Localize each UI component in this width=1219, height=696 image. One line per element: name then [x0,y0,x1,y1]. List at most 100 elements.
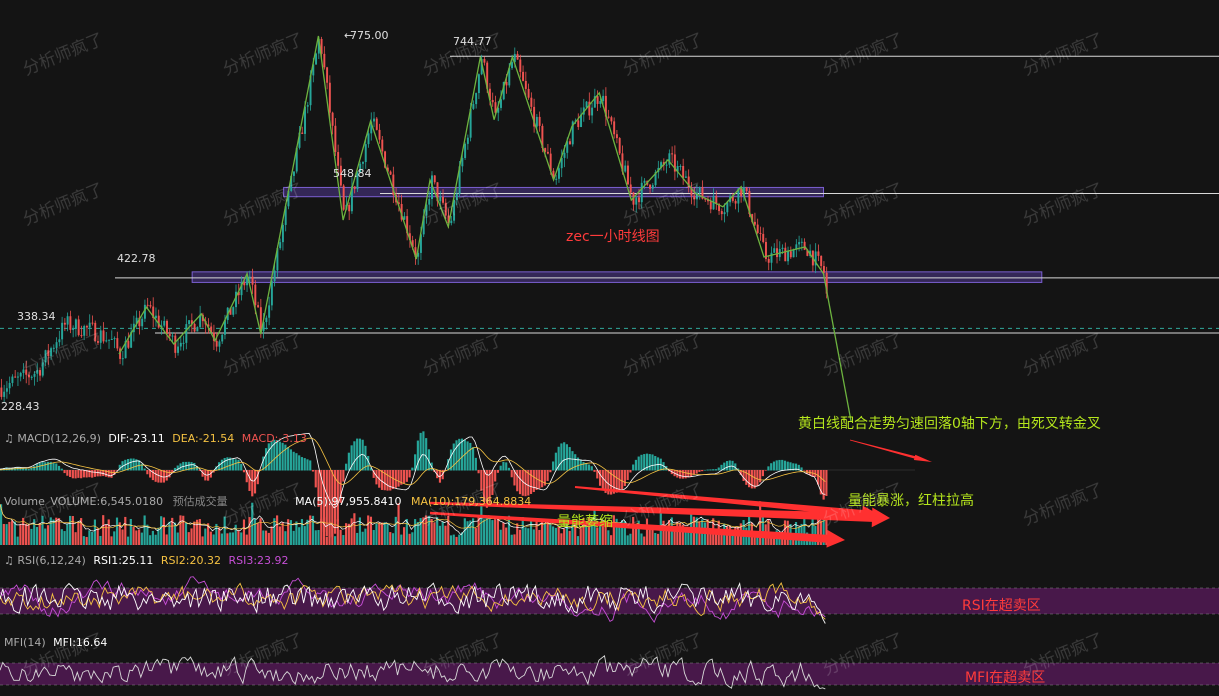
volume-bar [102,515,105,545]
macd-bar [405,470,408,482]
candle-body [519,59,522,72]
volume-bar [215,523,218,545]
candle-body [375,118,378,130]
volume-bar [436,517,439,545]
macd-bar [386,470,389,491]
candle-body [378,129,381,140]
volume-bar [579,528,582,545]
volume-bar [502,522,505,545]
candle-body [638,197,640,203]
volume-bar [71,516,74,545]
rsi1: RSI1:25.11 [93,554,154,567]
candle-body [472,104,475,109]
candle-body [102,330,105,342]
candle-body [168,333,171,337]
volume-bar [496,518,500,545]
macd-bar [593,470,596,472]
candle-body [803,241,806,250]
volume-bar [430,518,433,545]
volume-bar [408,533,411,545]
candle-body [602,95,605,102]
candle-body [607,116,610,118]
macd-bar [168,470,171,478]
volume-bar [322,517,326,545]
macd-bar [582,461,585,471]
macd-bar [634,459,638,471]
candle-body [353,186,356,190]
volume-bar [455,536,458,545]
candle-body [221,334,224,342]
volume-bar [524,527,527,545]
volume-bar [654,532,657,545]
candle-body [265,317,268,323]
candle-body [80,335,83,337]
volume-bar [66,523,69,545]
macd-bar [356,438,359,471]
macd-bar [69,470,72,478]
candle-body [734,200,737,204]
candle-body [146,304,149,306]
candle-body [28,374,30,378]
candle-body [348,204,351,212]
macd-bar [422,431,425,471]
volume-bar [38,522,41,545]
volume-bar [121,529,124,545]
rsi-header: ♫ RSI(6,12,24) RSI1:25.11 RSI2:20.32 RSI… [4,554,289,567]
candle-body [108,339,111,341]
macd-bar [549,470,552,473]
volume-bar [356,532,359,545]
candle-body [243,282,246,286]
annotation-mfi: MFI在超卖区 [965,670,1045,686]
macd-bar [684,470,687,479]
candle-body [635,197,638,205]
candle-body [19,372,22,377]
macd-bar [311,470,315,472]
candle-body [792,249,795,258]
annotation-volume-shrink: 量能萎缩 [557,514,613,530]
macd-bar [623,470,626,487]
volume-bar [425,515,428,545]
volume-bar [350,518,353,545]
candle-body [41,362,44,376]
candle-body [591,107,594,116]
candle-body [0,387,3,397]
volume-bar [69,515,72,545]
candle-body [364,144,367,163]
volume-bar [554,527,557,545]
macd-bar [234,459,237,471]
macd-bar [190,462,193,471]
macd-bar [226,457,229,471]
candle-body [596,96,599,104]
volume-bar [278,526,281,545]
macd-bar [242,470,246,473]
macd-bar [618,470,621,491]
volume-bar [140,532,143,545]
macd-bar [535,470,538,490]
volume-bar [463,518,466,545]
macd-bar [389,470,392,491]
macd-bar [761,470,764,477]
macd-bar [347,452,350,471]
candle-body [39,370,42,376]
volume-bar [333,536,337,545]
zigzag-line [118,35,852,422]
volume-bar [397,503,400,545]
macd-bar [460,438,464,471]
candle-body [196,327,199,332]
volume-bar [353,513,356,545]
rsi3: RSI3:23.92 [228,554,289,567]
volume-bar [477,517,480,545]
candle-body [767,258,770,263]
candle-body [789,251,792,258]
volume-bar [314,530,317,545]
macd-dea-line [0,437,826,486]
volume-bar [93,519,97,545]
volume-bar [317,530,320,545]
rsi2: RSI2:20.32 [160,554,221,567]
volume-bar [209,531,212,545]
candle-body [121,358,124,360]
candle-body [679,165,682,167]
candle-body [585,101,588,108]
macd-bar [552,461,555,471]
candle-body [569,141,571,145]
